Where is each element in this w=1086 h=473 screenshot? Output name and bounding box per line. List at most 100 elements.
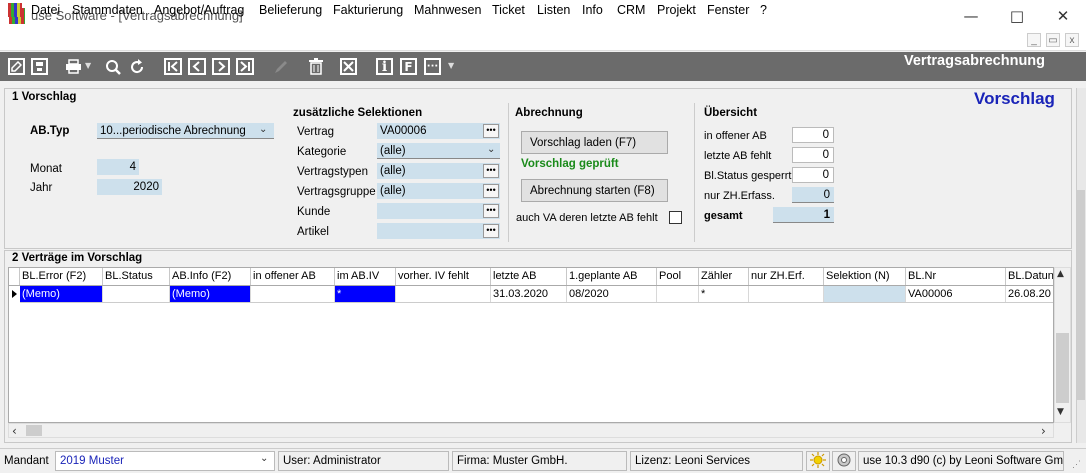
info-icon[interactable]: i (376, 58, 393, 75)
scroll-up-icon[interactable]: ▲ (1057, 269, 1064, 279)
mdi-close-icon[interactable]: x (1065, 33, 1079, 47)
cell-pool[interactable] (657, 286, 699, 302)
scroll-left-icon[interactable]: ‹ (12, 424, 17, 438)
col-header-bl-status[interactable]: BL.Status (103, 268, 170, 285)
grid-horizontal-scroll-thumb[interactable] (26, 425, 42, 436)
menu-stammdaten[interactable]: Stammdaten (72, 3, 143, 17)
scroll-down-icon[interactable]: ▼ (1057, 407, 1064, 417)
ab-typ-select[interactable]: 10...periodische Abrechnung (97, 123, 274, 139)
last-icon[interactable] (236, 58, 254, 75)
cell-in-offener-ab[interactable] (251, 286, 335, 302)
col-header-im-ab-iv[interactable]: im AB.IV (335, 268, 396, 285)
vorschlag-laden-button[interactable]: Vorschlag laden (F7) (521, 131, 668, 154)
menu-help[interactable]: ? (760, 3, 767, 17)
menu-projekt[interactable]: Projekt (657, 3, 696, 17)
first-icon[interactable] (164, 58, 182, 75)
kunde-lookup-button[interactable]: ••• (483, 204, 499, 218)
monat-input[interactable]: 4 (97, 159, 139, 175)
cell-nur-zh-erf[interactable] (749, 286, 824, 302)
cell-bl-datum[interactable]: 26.08.20 (1006, 286, 1053, 302)
col-header-1-geplante-ab[interactable]: 1.geplante AB (567, 268, 657, 285)
edit-icon[interactable] (271, 57, 290, 76)
col-header-vorher-iv-fehlt[interactable]: vorher. IV fehlt (396, 268, 491, 285)
kunde-input[interactable] (377, 203, 500, 219)
delete-icon[interactable] (306, 57, 325, 76)
abrechnung-title: Abrechnung (515, 107, 583, 119)
col-header-nur-zh-erf[interactable]: nur ZH.Erf. (749, 268, 824, 285)
jahr-input[interactable]: 2020 (97, 179, 162, 195)
next-icon[interactable] (212, 58, 230, 75)
vertragstypen-input[interactable]: (alle) (377, 163, 500, 179)
settings-icon[interactable] (832, 451, 856, 471)
col-header-bl-error[interactable]: BL.Error (F2) (20, 268, 103, 285)
refresh-icon[interactable] (127, 57, 146, 76)
menu-info[interactable]: Info (582, 3, 603, 17)
resize-grip-icon[interactable]: ⋰ (1072, 459, 1081, 470)
scroll-right-icon[interactable]: › (1041, 424, 1046, 438)
vertrag-input[interactable]: VA00006 (377, 123, 500, 139)
vertragstypen-lookup-button[interactable]: ••• (483, 164, 499, 178)
menu-mahnwesen[interactable]: Mahnwesen (414, 3, 481, 17)
col-header-bl-nr[interactable]: BL.Nr (906, 268, 1006, 285)
cell-1-geplante-ab[interactable]: 08/2020 (567, 286, 657, 302)
mdi-app-icon[interactable] (8, 3, 22, 17)
print-icon[interactable] (64, 57, 83, 76)
menu-angebot-auftrag[interactable]: Angebot/Auftrag (154, 3, 244, 17)
artikel-lookup-button[interactable]: ••• (483, 224, 499, 238)
auch-va-checkbox[interactable] (669, 211, 682, 224)
cell-im-ab-iv[interactable]: * (335, 286, 396, 302)
col-header-zaehler[interactable]: Zähler (699, 268, 749, 285)
menu-listen[interactable]: Listen (537, 3, 570, 17)
mandant-select[interactable]: 2019 Muster (55, 451, 275, 471)
maximize-icon[interactable]: □ (994, 0, 1040, 31)
sun-icon[interactable] (806, 451, 830, 471)
menu-datei[interactable]: Datei (31, 3, 60, 17)
col-header-bl-datum[interactable]: BL.Datun (1006, 268, 1053, 285)
cell-selektion[interactable] (824, 286, 906, 302)
artikel-input[interactable] (377, 223, 500, 239)
cell-bl-nr[interactable]: VA00006 (906, 286, 1006, 302)
menu-crm[interactable]: CRM (617, 3, 645, 17)
cell-letzte-ab[interactable]: 31.03.2020 (491, 286, 567, 302)
abrechnung-starten-button[interactable]: Abrechnung starten (F8) (521, 179, 668, 202)
grid-vertical-scroll-thumb[interactable] (1056, 333, 1069, 403)
cell-ab-info[interactable]: (Memo) (170, 286, 251, 302)
form-scroll-thumb[interactable] (1077, 190, 1085, 400)
search-icon[interactable] (103, 57, 122, 76)
mdi-minimize-icon[interactable]: _ (1027, 33, 1041, 47)
cell-bl-status[interactable] (103, 286, 170, 302)
cancel-icon[interactable] (340, 58, 357, 75)
col-header-pool[interactable]: Pool (657, 268, 699, 285)
menu-fenster[interactable]: Fenster (707, 3, 749, 17)
cell-zaehler[interactable]: * (699, 286, 749, 302)
vertrag-lookup-button[interactable]: ••• (483, 124, 499, 138)
save-icon[interactable] (31, 58, 48, 75)
cell-bl-error[interactable]: (Memo) (20, 286, 103, 302)
chevron-down-icon[interactable]: ⌄ (260, 453, 268, 464)
kategorie-value: (alle) (380, 145, 406, 157)
kategorie-select[interactable]: (alle) (377, 143, 500, 159)
close-icon[interactable]: ✕ (1040, 0, 1086, 31)
menu-fakturierung[interactable]: Fakturierung (333, 3, 403, 17)
col-header-selektion[interactable]: Selektion (N) (824, 268, 906, 285)
menu-belieferung[interactable]: Belieferung (259, 3, 322, 17)
prev-icon[interactable] (188, 58, 206, 75)
col-header-letzte-ab[interactable]: letzte AB (491, 268, 567, 285)
menu-ticket[interactable]: Ticket (492, 3, 525, 17)
mdi-restore-icon[interactable]: ▭ (1046, 33, 1060, 47)
vertragsgruppe-lookup-button[interactable]: ••• (483, 184, 499, 198)
new-icon[interactable] (8, 58, 25, 75)
cell-vorher-iv-fehlt[interactable] (396, 286, 491, 302)
more-icon[interactable]: ··· (424, 58, 441, 75)
more-dropdown-icon[interactable]: ▼ (448, 61, 454, 70)
chevron-down-icon[interactable]: ⌄ (487, 144, 495, 155)
grid-horizontal-scrollbar[interactable] (8, 423, 1054, 438)
vertragsgruppe-input[interactable]: (alle) (377, 183, 500, 199)
chevron-down-icon[interactable]: ⌄ (259, 124, 267, 135)
minimize-icon[interactable]: — (948, 0, 994, 31)
gesamt-label: gesamt (704, 210, 743, 222)
col-header-ab-info[interactable]: AB.Info (F2) (170, 268, 251, 285)
print-dropdown-icon[interactable]: ▼ (85, 61, 91, 70)
form-icon[interactable]: F (400, 58, 417, 75)
col-header-in-offener-ab[interactable]: in offener AB (251, 268, 335, 285)
